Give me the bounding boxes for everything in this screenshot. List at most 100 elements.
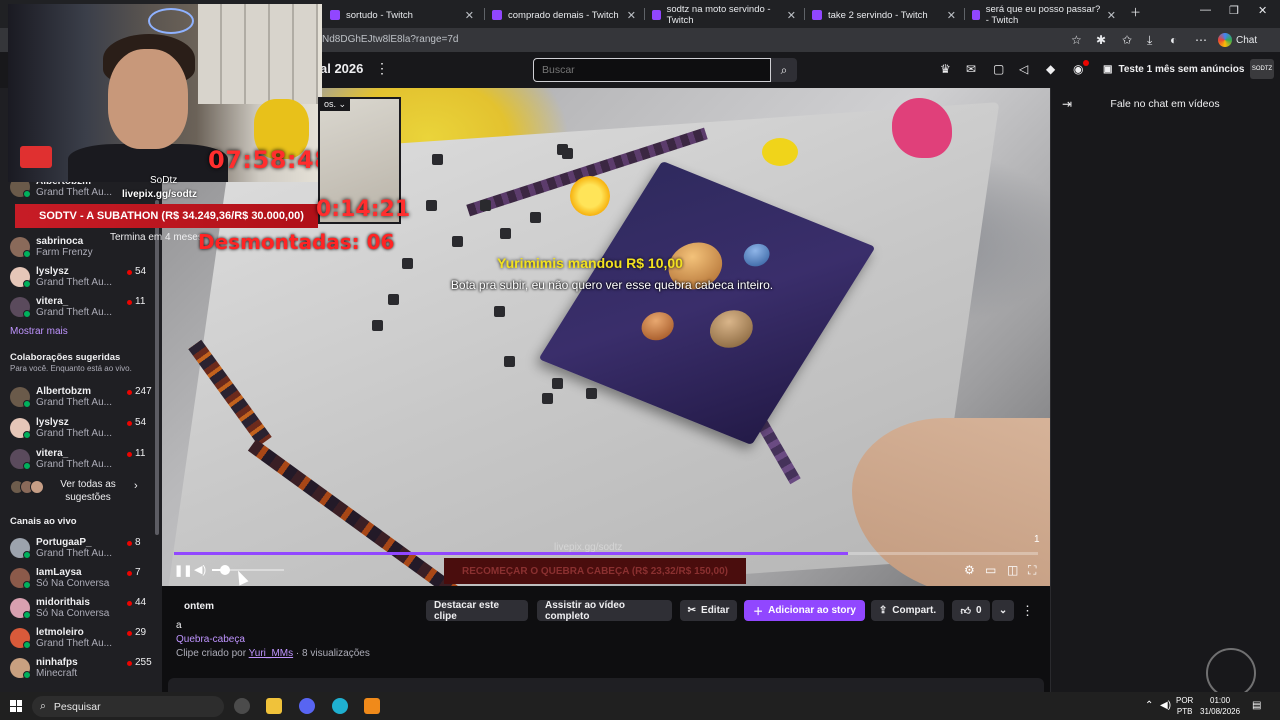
like-count: 0	[975, 605, 982, 616]
windows-start-icon[interactable]	[10, 700, 22, 712]
copilot-label: Chat	[1236, 34, 1258, 46]
search-button[interactable]: ⌕	[771, 58, 797, 82]
seek-bar-fill	[174, 552, 848, 555]
share-button[interactable]: ⇪ Compart.	[871, 600, 944, 621]
sidebar-channel[interactable]: lyslysz Grand Theft Au... 54	[10, 265, 160, 295]
star-icon[interactable]: ☆	[1071, 33, 1082, 47]
fullscreen-icon[interactable]: ⛶	[1028, 563, 1036, 578]
button-label: Adicionar ao story	[768, 605, 856, 616]
yellow-toy	[762, 138, 798, 166]
edge-icon[interactable]	[332, 698, 348, 714]
speaker-icon[interactable]: ◀)	[1160, 700, 1171, 711]
add-to-story-button[interactable]: ＋ Adicionar ao story	[744, 600, 865, 621]
more-options-icon[interactable]: ⋮	[375, 60, 389, 77]
sidebar-channel[interactable]: letmoleiro Grand Theft Au... 29	[10, 626, 160, 656]
browser-tab[interactable]: take 2 servindo - Twitch ✕	[806, 4, 962, 26]
mail-icon[interactable]: ✉	[966, 62, 976, 76]
browser-tab[interactable]: sodtz na moto servindo - Twitch ✕	[646, 4, 802, 26]
bits-icon[interactable]: ◆	[1046, 62, 1055, 76]
profile-icon[interactable]: ◐	[1170, 33, 1177, 47]
discord-icon[interactable]	[299, 698, 315, 714]
sidebar-channel[interactable]: Albertobzm Grand Theft Au... 247	[10, 385, 160, 415]
pause-button[interactable]: ❚❚	[174, 564, 192, 577]
restore-icon[interactable]: ❐	[1229, 4, 1239, 17]
sidebar-channel[interactable]: ninhafps Minecraft 255	[10, 656, 160, 686]
streamer-shirt	[68, 144, 228, 182]
url-text[interactable]: Nd8DGhEJtw8lE8la?range=7d	[322, 34, 458, 45]
close-tab-icon[interactable]: ✕	[1107, 9, 1116, 22]
highlight-clip-button[interactable]: Destacar este clipe	[426, 600, 528, 622]
tab-divider	[804, 8, 805, 20]
minimize-icon[interactable]: —	[1200, 4, 1211, 16]
live-badge-icon	[23, 581, 31, 589]
search-input[interactable]	[533, 58, 771, 82]
browser-tab[interactable]: será que eu posso passar? - Twitch ✕	[966, 4, 1122, 26]
edit-button[interactable]: ✂ Editar	[680, 600, 737, 621]
dislike-dropdown-button[interactable]: ⌄	[992, 600, 1014, 621]
close-window-icon[interactable]: ✕	[1258, 4, 1267, 17]
file-explorer-icon[interactable]	[266, 698, 282, 714]
taskbar-clock[interactable]: 01:00 31/08/2026	[1200, 695, 1240, 717]
avatar-stack	[10, 480, 46, 494]
button-label: Compart.	[892, 605, 937, 616]
show-more-link[interactable]: Mostrar mais	[10, 326, 68, 337]
clip-creator-line: Clipe criado por Yuri_MMs · 8 visualizaç…	[176, 648, 370, 659]
close-tab-icon[interactable]: ✕	[787, 9, 796, 22]
volume-icon[interactable]: ◀)	[194, 563, 206, 576]
close-tab-icon[interactable]: ✕	[627, 9, 636, 22]
live-dot-icon	[127, 601, 132, 606]
megaphone-icon[interactable]: ◁	[1019, 62, 1028, 76]
taskbar-search[interactable]: ⌕ Pesquisar	[32, 696, 224, 717]
close-tab-icon[interactable]: ✕	[947, 9, 956, 22]
notification-center-icon[interactable]: ▤	[1252, 700, 1261, 711]
settings-gear-icon[interactable]: ⚙	[964, 563, 975, 577]
pip-label[interactable]: os. ⌄	[320, 98, 351, 111]
lang-code: POR	[1176, 696, 1194, 705]
clip-title: a	[176, 620, 182, 631]
channel-game: Grand Theft Au...	[36, 277, 112, 288]
next-section-strip	[168, 678, 1044, 692]
notification-badge	[1083, 60, 1089, 66]
browser-tab[interactable]: comprado demais - Twitch ✕	[486, 4, 642, 26]
watch-full-video-button[interactable]: Assistir ao vídeo completo	[537, 600, 672, 622]
extensions-icon[interactable]: ✱	[1096, 33, 1106, 47]
sidebar-channel[interactable]: IamLaysa Só Na Conversa 7	[10, 566, 160, 596]
browser-tab[interactable]: sortudo - Twitch ✕	[324, 4, 480, 26]
theatre-mode-icon[interactable]: ▭	[985, 563, 996, 577]
live-badge-icon	[23, 250, 31, 258]
tray-chevron-icon[interactable]: ⌃	[1145, 700, 1153, 711]
menu-dots-icon[interactable]: ⋯	[1195, 33, 1207, 47]
rocket-watermark-icon	[1206, 648, 1256, 698]
clip-creator-link[interactable]: Yuri_MMs	[249, 648, 293, 659]
like-button[interactable]: 👍︎ 0	[952, 600, 990, 621]
new-tab-icon[interactable]: ＋	[1130, 4, 1141, 20]
volume-slider-handle[interactable]	[219, 565, 230, 575]
close-tab-icon[interactable]: ✕	[465, 9, 474, 22]
ad-free-trial-button[interactable]: ▣ Teste 1 mês sem anúncios	[1103, 64, 1244, 75]
favorites-icon[interactable]: ✩	[1122, 33, 1132, 47]
sidebar-channel[interactable]: PortugaaP_ Grand Theft Au... 8	[10, 536, 160, 566]
sidebar-channel[interactable]: lyslysz Grand Theft Au... 54	[10, 416, 160, 446]
app-icon[interactable]	[234, 698, 250, 714]
download-icon[interactable]: ⤓	[1147, 33, 1152, 48]
more-actions-icon[interactable]: ⋮	[1021, 603, 1034, 619]
copilot-chat-button[interactable]: Chat	[1218, 33, 1257, 47]
see-all-suggestions-button[interactable]: Ver todas as sugestões ›	[10, 478, 150, 506]
puzzle-piece	[480, 200, 491, 211]
notifications-icon[interactable]: ◉	[1073, 62, 1083, 76]
live-dot-icon	[127, 631, 132, 636]
sidebar-channel[interactable]: midorithais Só Na Conversa 44	[10, 596, 160, 626]
channel-game: Grand Theft Au...	[36, 638, 112, 649]
clip-views: 8 visualizações	[302, 648, 370, 659]
ends-in-text: Termina em 4 meses	[110, 232, 203, 243]
language-indicator[interactable]: POR PTB	[1176, 695, 1193, 717]
crown-icon[interactable]: ♛	[940, 62, 951, 76]
app-icon[interactable]	[364, 698, 380, 714]
sidebar-channel[interactable]: vitera_ Grand Theft Au... 11	[10, 447, 160, 477]
sidebar-channel[interactable]: vitera_ Grand Theft Au... 11	[10, 295, 160, 325]
user-avatar[interactable]: SODTZ	[1250, 59, 1274, 79]
sidebar-toggle-icon[interactable]: ◫	[1007, 563, 1018, 577]
whisper-icon[interactable]: ▢	[993, 62, 1004, 76]
viewer-count: 11	[135, 448, 146, 459]
clip-category-link[interactable]: Quebra-cabeça	[176, 634, 245, 645]
